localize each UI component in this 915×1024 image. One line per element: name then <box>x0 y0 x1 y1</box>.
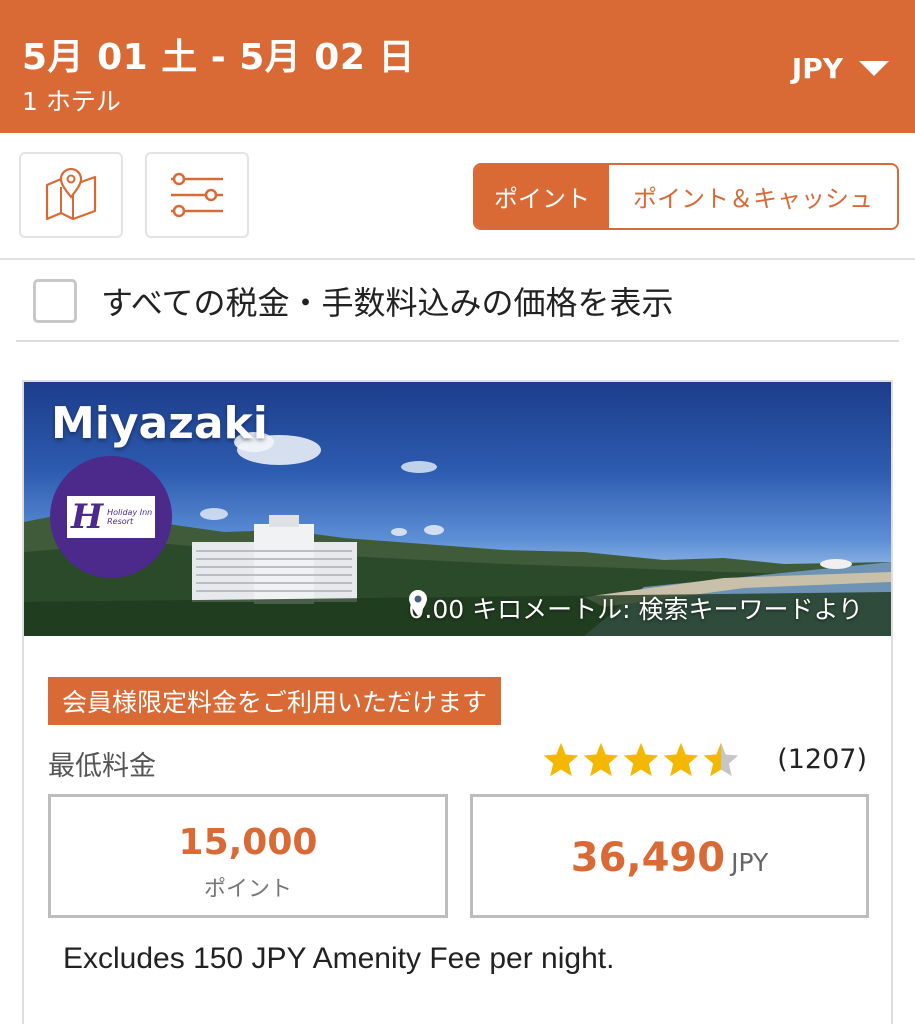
star-icon <box>543 742 579 777</box>
hotel-city: Miyazaki <box>51 398 268 449</box>
lowest-rate-label: 最低料金 <box>48 751 156 782</box>
member-rate-badge: 会員様限定料金をご利用いただけます <box>48 677 502 725</box>
distance-info: 0.00 キロメートル: 検索キーワードより <box>408 590 863 626</box>
star-icon <box>663 742 699 777</box>
cash-price-box[interactable]: 36,490 JPY <box>470 794 869 918</box>
tab-points[interactable]: ポイント <box>475 165 609 228</box>
amenity-fee-note: Excludes 150 JPY Amenity Fee per night. <box>63 942 615 975</box>
tax-toggle-label: すべての税金・手数料込みの価格を表示 <box>101 284 674 322</box>
date-range[interactable]: 5月 01 土 - 5月 02 日 <box>22 28 415 80</box>
cash-price: 36,490 <box>570 835 726 881</box>
search-header: 5月 01 土 - 5月 02 日 1 ホテル JPY <box>0 0 915 133</box>
sliders-icon <box>171 172 223 218</box>
star-rating <box>542 742 740 778</box>
tax-toggle-row[interactable]: すべての税金・手数料込みの価格を表示 <box>33 278 673 324</box>
half-star-icon <box>703 742 739 777</box>
divider <box>0 258 915 260</box>
hotel-count: 1 ホテル <box>22 87 121 116</box>
star-icon <box>583 742 619 777</box>
hotel-card[interactable]: Miyazaki H Holiday Inn Resort 0.00 キロメートル… <box>22 380 893 1024</box>
cash-currency: JPY <box>731 848 769 877</box>
map-pin-icon <box>45 167 97 221</box>
points-unit-label: ポイント <box>203 877 292 902</box>
distance-text: 0.00 キロメートル: 検索キーワードより <box>408 595 863 624</box>
location-pin-icon <box>408 590 427 616</box>
divider <box>16 340 899 342</box>
brand-logo: H Holiday Inn Resort <box>50 456 172 578</box>
currency-label: JPY <box>791 52 843 85</box>
payment-type-toggle: ポイント ポイント＆キャッシュ <box>473 163 899 230</box>
filter-button[interactable] <box>145 152 249 238</box>
tab-points-and-cash[interactable]: ポイント＆キャッシュ <box>609 165 897 228</box>
tax-checkbox[interactable] <box>33 279 77 323</box>
review-count[interactable]: (1207) <box>777 744 867 775</box>
points-price-box[interactable]: 15,000 ポイント <box>48 794 448 918</box>
holiday-inn-resort-logo: H Holiday Inn Resort <box>67 496 155 538</box>
hotel-image[interactable]: Miyazaki H Holiday Inn Resort 0.00 キロメートル… <box>24 382 891 636</box>
star-icon <box>623 742 659 777</box>
map-view-button[interactable] <box>19 152 123 238</box>
points-price: 15,000 <box>178 822 318 863</box>
currency-selector[interactable]: JPY <box>792 52 889 85</box>
caret-down-icon <box>859 61 889 76</box>
